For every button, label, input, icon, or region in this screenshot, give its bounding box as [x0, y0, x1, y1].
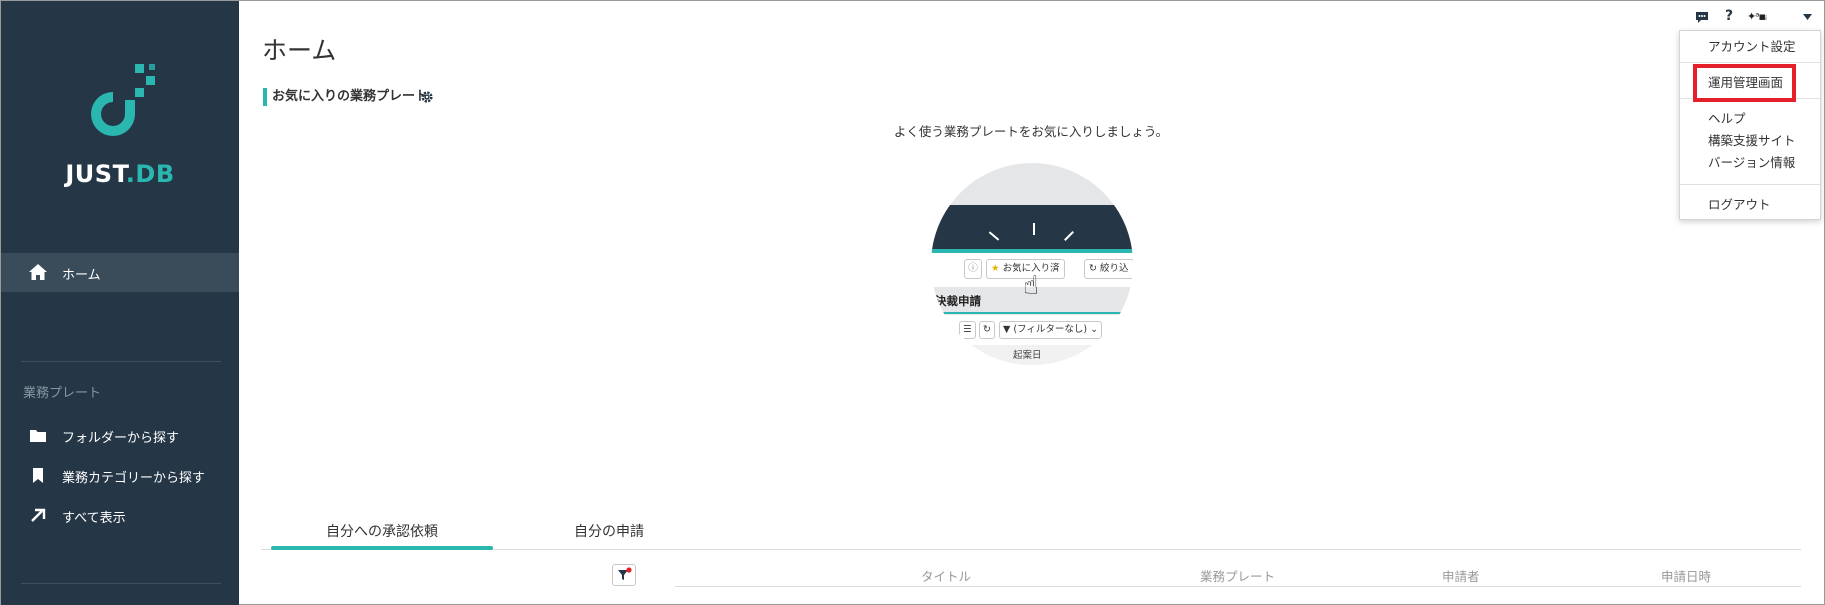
table-header-line [675, 586, 1801, 587]
favorites-heading: お気に入りの業務プレート [263, 88, 428, 106]
column-header-title[interactable]: タイトル [921, 566, 971, 585]
bookmark-icon [33, 468, 43, 483]
sidebar-item-all[interactable]: すべて表示 [1, 500, 239, 530]
illus-accent [931, 312, 1121, 314]
highlight-box [1693, 64, 1796, 102]
tab-active-indicator [271, 546, 493, 550]
illus-filter-pill: ↻ 絞り込 [1084, 259, 1133, 279]
sidebar-item-label: 業務カテゴリーから探す [62, 471, 206, 486]
illus-header [931, 205, 1133, 249]
nav-item-label: ホーム [62, 268, 101, 283]
user-name[interactable]: ✦ᵃ▪ᵢ [1747, 10, 1767, 23]
app-logo[interactable]: JUST.DB [1, 56, 239, 196]
logo-mark-icon [91, 64, 155, 136]
sidebar-item-folder[interactable]: フォルダーから探す [1, 420, 239, 450]
info-icon: ⓘ [964, 259, 982, 279]
chat-icon[interactable] [1695, 11, 1709, 24]
menu-item-version-info[interactable]: バージョン情報 [1680, 152, 1820, 174]
filter-icon [618, 567, 632, 580]
illus-column: 起案日 [1013, 350, 1042, 361]
illus-spark [1033, 223, 1035, 235]
filter-button[interactable] [612, 564, 636, 586]
sidebar-divider [21, 361, 221, 362]
menu-item-help[interactable]: ヘルプ [1680, 108, 1820, 130]
menu-item-logout[interactable]: ログアウト [1680, 194, 1820, 216]
help-icon[interactable]: ? [1725, 8, 1733, 24]
sidebar-section-label: 業務プレート [23, 386, 102, 401]
illus-section-title: 決裁申請 [935, 294, 981, 308]
column-header-plate[interactable]: 業務プレート [1200, 566, 1275, 585]
column-header-date[interactable]: 申請日時 [1661, 566, 1711, 585]
folder-icon [30, 430, 46, 442]
column-header-applicant[interactable]: 申請者 [1442, 566, 1480, 585]
menu-icon: ☰ [959, 321, 976, 339]
page-title: ホーム [262, 36, 337, 65]
arrow-up-right-icon [31, 508, 46, 522]
sidebar-item-category[interactable]: 業務カテゴリーから探す [1, 460, 239, 490]
menu-separator [1680, 184, 1820, 185]
sidebar: JUST.DB ホーム 業務プレート フォルダーから探す 業務カテゴリーから探す… [1, 1, 239, 605]
sidebar-item-label: すべて表示 [62, 511, 126, 526]
refresh-icon: ↻ [979, 321, 995, 339]
nav-item-home[interactable]: ホーム [1, 253, 239, 292]
illus-filter-none: ▼ (フィルターなし) ⌄ [999, 321, 1103, 339]
menu-item-build-support-site[interactable]: 構築支援サイト [1680, 130, 1820, 152]
menu-item-account-settings[interactable]: アカウント設定 [1680, 36, 1820, 58]
gear-icon[interactable] [420, 90, 434, 104]
caret-down-icon[interactable] [1803, 14, 1812, 20]
favorites-hint: よく使う業務プレートをお気に入りしましょう。 [893, 124, 1169, 139]
tab-approval-requests[interactable]: 自分への承認依頼 [271, 521, 493, 549]
sidebar-item-label: フォルダーから探す [62, 431, 180, 446]
logo-wordmark: JUST.DB [65, 160, 175, 188]
user-menu: アカウント設定 運用管理画面 ヘルプ 構築支援サイト バージョン情報 ログアウト [1679, 30, 1821, 220]
sidebar-divider [21, 583, 221, 584]
home-icon [29, 264, 47, 280]
menu-separator [1680, 62, 1820, 63]
favorites-illustration: ⓘ ★ お気に入り済 ↻ 絞り込 決裁申請 ☰ ↻ ▼ (フィルターなし) ⌄ … [931, 163, 1133, 365]
tab-my-applications[interactable]: 自分の申請 [519, 521, 699, 549]
hand-pointer-icon: ☝ [1023, 271, 1039, 301]
